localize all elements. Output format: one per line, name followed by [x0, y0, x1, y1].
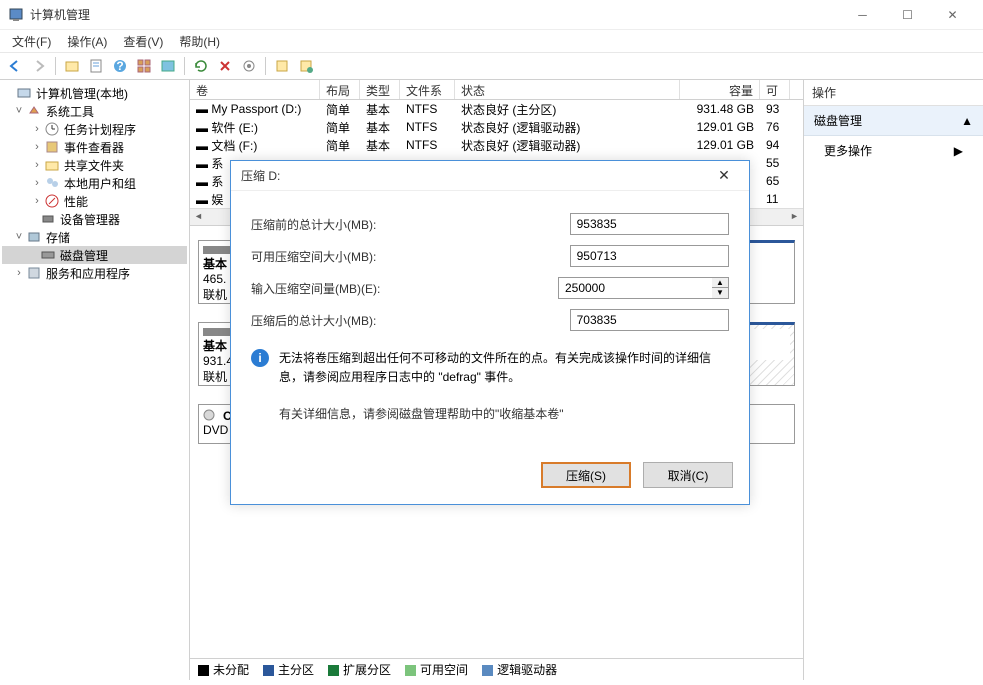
shrink-dialog: 压缩 D: ✕ 压缩前的总计大小(MB): 953835 可用压缩空间大小(MB… — [230, 160, 750, 505]
toolbar: ? — [0, 52, 983, 80]
before-label: 压缩前的总计大小(MB): — [251, 216, 570, 233]
tree-eventviewer[interactable]: ›事件查看器 — [2, 138, 187, 156]
delete-button[interactable] — [214, 55, 236, 77]
col-capacity[interactable]: 容量 — [680, 80, 760, 99]
actions-more[interactable]: 更多操作▶ — [804, 136, 983, 165]
properties-button[interactable] — [85, 55, 107, 77]
dialog-title: 压缩 D: — [241, 167, 709, 184]
legend: 未分配 主分区 扩展分区 可用空间 逻辑驱动器 — [190, 658, 803, 680]
menu-file[interactable]: 文件(F) — [4, 31, 59, 52]
tree-systools[interactable]: ˅系统工具 — [2, 102, 187, 120]
avail-value: 950713 — [570, 245, 729, 267]
nav-tree: 计算机管理(本地) ˅系统工具 ›任务计划程序 ›事件查看器 ›共享文件夹 ›本… — [0, 80, 190, 680]
up-button[interactable] — [61, 55, 83, 77]
col-layout[interactable]: 布局 — [320, 80, 360, 99]
back-button[interactable] — [4, 55, 26, 77]
dialog-close-button[interactable]: ✕ — [709, 167, 739, 184]
actions-header: 操作 — [804, 80, 983, 106]
tree-localusers[interactable]: ›本地用户和组 — [2, 174, 187, 192]
after-value: 703835 — [570, 309, 729, 331]
menu-help[interactable]: 帮助(H) — [171, 31, 228, 52]
titlebar: 计算机管理 ─ ☐ ✕ — [0, 0, 983, 30]
close-button[interactable]: ✕ — [930, 0, 975, 30]
col-fs[interactable]: 文件系统 — [400, 80, 455, 99]
col-type[interactable]: 类型 — [360, 80, 400, 99]
tree-sharedfolders[interactable]: ›共享文件夹 — [2, 156, 187, 174]
after-label: 压缩后的总计大小(MB): — [251, 312, 570, 329]
actions-pane: 操作 磁盘管理▲ 更多操作▶ — [803, 80, 983, 680]
avail-label: 可用压缩空间大小(MB): — [251, 248, 570, 265]
volume-row[interactable]: ▬ 文档 (F:)简单基本NTFS状态良好 (逻辑驱动器)129.01 GB94 — [190, 136, 803, 154]
tree-root[interactable]: 计算机管理(本地) — [2, 84, 187, 102]
svg-text:?: ? — [116, 59, 123, 73]
list-button[interactable] — [157, 55, 179, 77]
settings-button[interactable] — [238, 55, 260, 77]
tree-performance[interactable]: ›性能 — [2, 192, 187, 210]
before-value: 953835 — [570, 213, 729, 235]
spin-down-icon[interactable]: ▼ — [712, 288, 728, 298]
menu-action[interactable]: 操作(A) — [59, 31, 115, 52]
shrink-amount-input[interactable]: 250000 — [558, 277, 712, 299]
shrink-button[interactable]: 压缩(S) — [541, 462, 631, 488]
tree-diskmgmt[interactable]: 磁盘管理 — [2, 246, 187, 264]
input-label: 输入压缩空间量(MB)(E): — [251, 280, 558, 297]
tree-services[interactable]: ›服务和应用程序 — [2, 264, 187, 282]
info-text: 无法将卷压缩到超出任何不可移动的文件所在的点。有关完成该操作时间的详细信息，请参… — [279, 349, 729, 387]
volume-row[interactable]: ▬ My Passport (D:)简单基本NTFS状态良好 (主分区)931.… — [190, 100, 803, 118]
cancel-button[interactable]: 取消(C) — [643, 462, 733, 488]
actions-diskmgmt[interactable]: 磁盘管理▲ — [804, 106, 983, 136]
refresh-button[interactable] — [190, 55, 212, 77]
help-link-text: 有关详细信息，请参阅磁盘管理帮助中的"收缩基本卷" — [279, 405, 729, 422]
tree-storage[interactable]: ˅存储 — [2, 228, 187, 246]
forward-button[interactable] — [28, 55, 50, 77]
tree-devicemgr[interactable]: 设备管理器 — [2, 210, 187, 228]
window-title: 计算机管理 — [30, 6, 840, 23]
action1-button[interactable] — [271, 55, 293, 77]
chevron-right-icon: ▶ — [954, 144, 963, 158]
menu-view[interactable]: 查看(V) — [115, 31, 171, 52]
volume-list-header: 卷 布局 类型 文件系统 状态 容量 可 — [190, 80, 803, 100]
spinner[interactable]: ▲▼ — [712, 277, 729, 299]
volume-row[interactable]: ▬ 软件 (E:)简单基本NTFS状态良好 (逻辑驱动器)129.01 GB76 — [190, 118, 803, 136]
menubar: 文件(F) 操作(A) 查看(V) 帮助(H) — [0, 30, 983, 52]
col-free[interactable]: 可 — [760, 80, 790, 99]
collapse-icon: ▲ — [961, 114, 973, 128]
col-status[interactable]: 状态 — [455, 80, 680, 99]
spin-up-icon[interactable]: ▲ — [712, 278, 728, 288]
col-volume[interactable]: 卷 — [190, 80, 320, 99]
tree-scheduler[interactable]: ›任务计划程序 — [2, 120, 187, 138]
tile-button[interactable] — [133, 55, 155, 77]
action2-button[interactable] — [295, 55, 317, 77]
info-icon: i — [251, 349, 269, 367]
help-button[interactable]: ? — [109, 55, 131, 77]
minimize-button[interactable]: ─ — [840, 0, 885, 30]
app-icon — [8, 7, 24, 23]
maximize-button[interactable]: ☐ — [885, 0, 930, 30]
